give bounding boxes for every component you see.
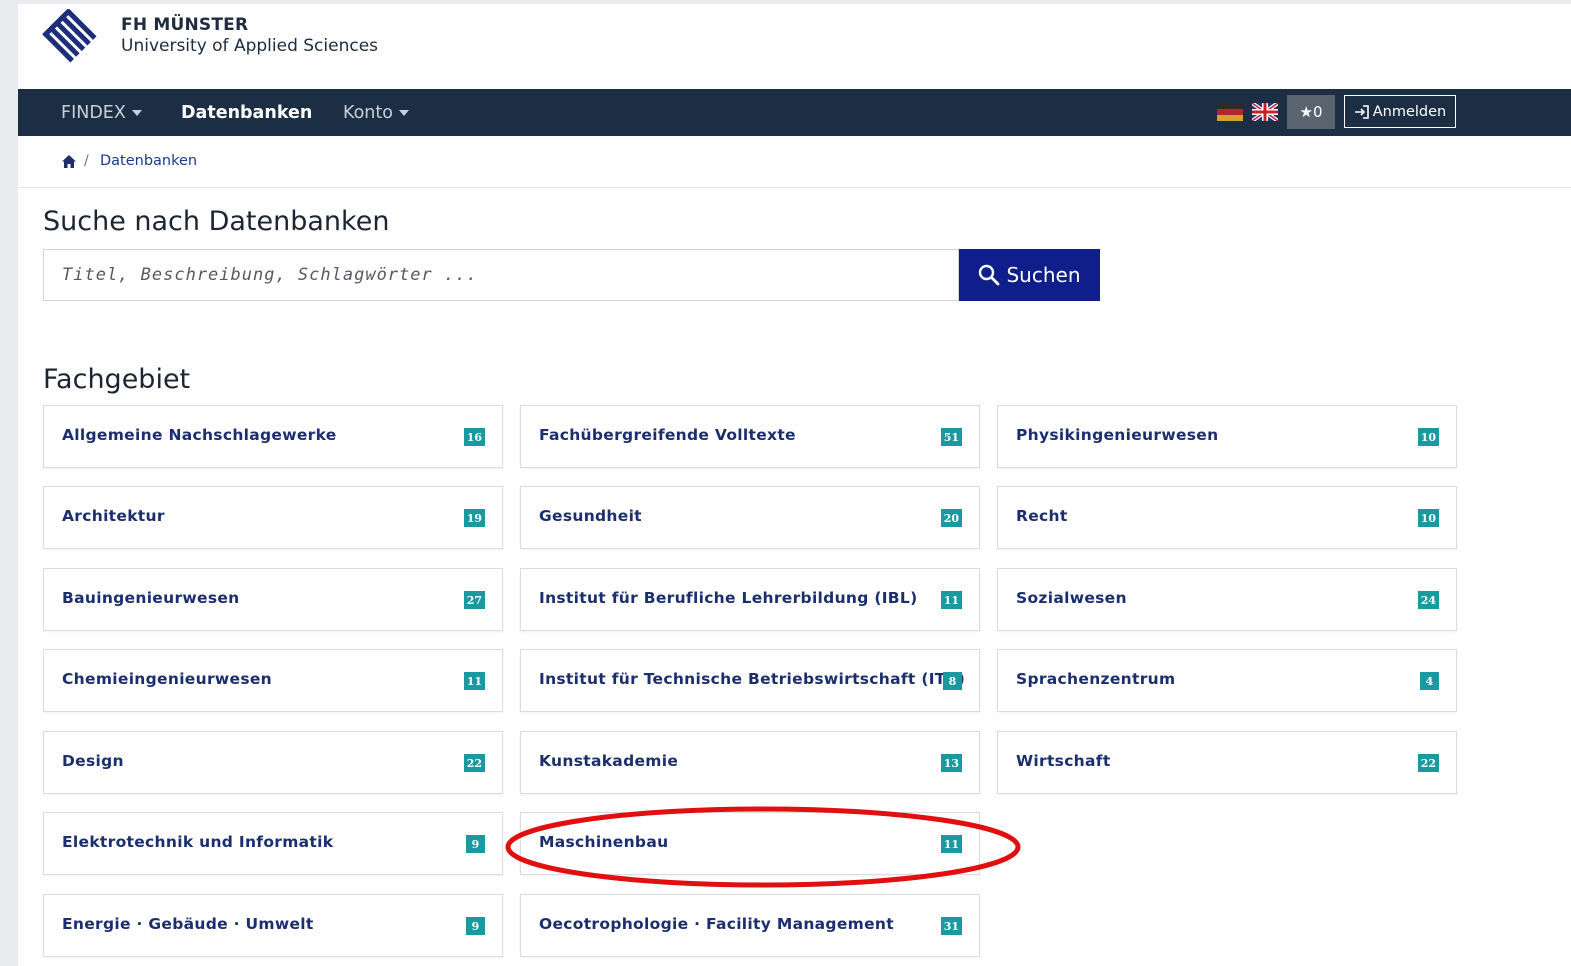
- subject-count-badge: 13: [940, 754, 962, 772]
- subject-card-bauingenieurwesen[interactable]: Bauingenieurwesen 27: [43, 568, 503, 631]
- subject-label: Kunstakademie: [539, 752, 679, 770]
- breadcrumb: [18, 136, 1571, 188]
- subject-card-energie-gebaeude-umwelt[interactable]: Energie · Gebäude · Umwelt 9: [43, 894, 503, 957]
- search-input[interactable]: [43, 249, 959, 301]
- search-button-label: Suchen: [1006, 263, 1081, 287]
- chevron-down-icon: [398, 110, 409, 116]
- search-button[interactable]: Suchen: [959, 249, 1100, 301]
- subject-label: Bauingenieurwesen: [62, 589, 240, 607]
- subject-label: Gesundheit: [539, 507, 642, 525]
- subject-count-badge: 9: [466, 917, 485, 935]
- subject-label: Chemieingenieurwesen: [62, 670, 272, 688]
- chevron-down-icon: [131, 110, 142, 116]
- brand-name: FH MÜNSTER: [121, 15, 249, 35]
- fh-muenster-logo-icon[interactable]: [40, 9, 98, 65]
- subject-label: Energie · Gebäude · Umwelt: [62, 915, 314, 933]
- sign-in-icon: [1354, 104, 1369, 119]
- highlight-ellipse-annotation: [505, 806, 1021, 888]
- subject-label: Architektur: [62, 507, 165, 525]
- subject-card-fachuebergreifende-volltexte[interactable]: Fachübergreifende Volltexte 51: [520, 405, 980, 468]
- subject-label: Oecotrophologie · Facility Management: [539, 915, 894, 933]
- subject-card-physikingenieurwesen[interactable]: Physikingenieurwesen 10: [997, 405, 1457, 468]
- star-icon: ★: [1299, 103, 1313, 121]
- subject-card-gesundheit[interactable]: Gesundheit 20: [520, 486, 980, 549]
- search-icon: [979, 264, 1000, 286]
- subject-card-oecotrophologie[interactable]: Oecotrophologie · Facility Management 31: [520, 894, 980, 957]
- main-navbar: FINDEX Datenbanken Konto ★ 0 Anmelden: [18, 89, 1571, 136]
- subject-card-elektrotechnik-und-informatik[interactable]: Elektrotechnik und Informatik 9: [43, 812, 503, 875]
- subject-label: Physikingenieurwesen: [1016, 426, 1219, 444]
- subjects-heading: Fachgebiet: [43, 364, 191, 395]
- uk-flag-icon[interactable]: [1252, 103, 1278, 121]
- subject-count-badge: 24: [1417, 591, 1439, 609]
- subject-count-badge: 27: [463, 591, 485, 609]
- subject-count-badge: 8: [943, 672, 962, 690]
- home-icon[interactable]: [61, 154, 77, 169]
- nav-datenbanken-label: Datenbanken: [181, 103, 313, 123]
- page: FH MÜNSTER University of Applied Science…: [18, 4, 1571, 966]
- subject-card-chemieingenieurwesen[interactable]: Chemieingenieurwesen 11: [43, 649, 503, 712]
- subject-count-badge: 4: [1420, 672, 1439, 690]
- subject-label: Wirtschaft: [1016, 752, 1111, 770]
- subject-count-badge: 9: [466, 835, 485, 853]
- brand-subtitle: University of Applied Sciences: [121, 36, 379, 56]
- subject-count-badge: 20: [940, 509, 962, 527]
- subject-card-wirtschaft[interactable]: Wirtschaft 22: [997, 731, 1457, 794]
- breadcrumb-separator: /: [84, 153, 89, 169]
- nav-findex[interactable]: FINDEX: [61, 103, 142, 123]
- subject-count-badge: 19: [463, 509, 485, 527]
- subject-count-badge: 10: [1417, 509, 1439, 527]
- breadcrumb-datenbanken[interactable]: Datenbanken: [100, 153, 197, 169]
- subject-count-badge: 31: [940, 917, 962, 935]
- subject-label: Recht: [1016, 507, 1068, 525]
- subject-card-sozialwesen[interactable]: Sozialwesen 24: [997, 568, 1457, 631]
- nav-findex-label: FINDEX: [61, 103, 126, 123]
- subject-card-ibl[interactable]: Institut für Berufliche Lehrerbildung (I…: [520, 568, 980, 631]
- subject-card-allgemeine-nachschlagewerke[interactable]: Allgemeine Nachschlagewerke 16: [43, 405, 503, 468]
- login-button[interactable]: Anmelden: [1344, 95, 1456, 128]
- subject-count-badge: 22: [463, 754, 485, 772]
- subject-label: Elektrotechnik und Informatik: [62, 833, 334, 851]
- subject-label: Institut für Technische Betriebswirtscha…: [539, 670, 966, 688]
- subject-label: Sozialwesen: [1016, 589, 1127, 607]
- subject-card-sprachenzentrum[interactable]: Sprachenzentrum 4: [997, 649, 1457, 712]
- nav-datenbanken[interactable]: Datenbanken: [181, 103, 312, 123]
- subject-card-recht[interactable]: Recht 10: [997, 486, 1457, 549]
- subject-count-badge: 16: [463, 428, 485, 446]
- login-label: Anmelden: [1372, 103, 1447, 120]
- subject-count-badge: 51: [940, 428, 962, 446]
- subject-label: Sprachenzentrum: [1016, 670, 1176, 688]
- favorites-button[interactable]: ★ 0: [1287, 95, 1335, 129]
- subject-card-itb[interactable]: Institut für Technische Betriebswirtscha…: [520, 649, 980, 712]
- subject-card-architektur[interactable]: Architektur 19: [43, 486, 503, 549]
- subject-card-kunstakademie[interactable]: Kunstakademie 13: [520, 731, 980, 794]
- subject-count-badge: 10: [1417, 428, 1439, 446]
- subject-label: Allgemeine Nachschlagewerke: [62, 426, 337, 444]
- subject-count-badge: 22: [1417, 754, 1439, 772]
- nav-konto-label: Konto: [343, 103, 393, 123]
- german-flag-icon[interactable]: [1217, 103, 1243, 121]
- favorites-count: 0: [1312, 103, 1323, 121]
- subject-label: Design: [62, 752, 124, 770]
- nav-konto[interactable]: Konto: [343, 103, 409, 123]
- subject-count-badge: 11: [463, 672, 485, 690]
- subject-count-badge: 11: [940, 591, 962, 609]
- search-heading: Suche nach Datenbanken: [43, 206, 390, 237]
- subject-label: Fachübergreifende Volltexte: [539, 426, 796, 444]
- subject-card-design[interactable]: Design 22: [43, 731, 503, 794]
- subject-label: Institut für Berufliche Lehrerbildung (I…: [539, 589, 918, 607]
